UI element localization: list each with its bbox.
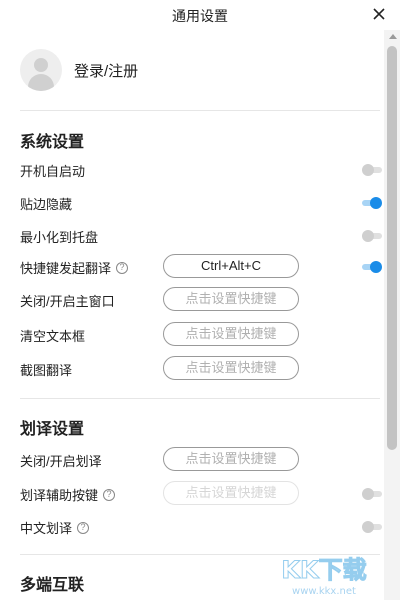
screenshot-translate-shortcut[interactable]: 点击设置快捷键	[163, 356, 299, 380]
clear-textbox-shortcut[interactable]: 点击设置快捷键	[163, 322, 299, 346]
login-register-link[interactable]: 登录/注册	[74, 60, 138, 81]
avatar[interactable]	[20, 49, 62, 91]
assist-key-toggle[interactable]	[362, 488, 382, 500]
toggle-main-window-shortcut[interactable]: 点击设置快捷键	[163, 287, 299, 311]
edge-hide-label: 贴边隐藏	[20, 197, 73, 212]
screenshot-translate-label: 截图翻译	[20, 363, 73, 378]
auto-start-toggle[interactable]	[362, 164, 382, 176]
divider	[20, 398, 380, 399]
assist-key-text: 划译辅助按键	[20, 488, 99, 503]
toggle-selection-shortcut[interactable]: 点击设置快捷键	[163, 447, 299, 471]
shortcut-translate-text: 快捷键发起翻译	[20, 261, 112, 276]
help-icon[interactable]: ?	[77, 521, 90, 534]
window-title: 通用设置	[172, 8, 228, 24]
scroll-up-arrow-icon[interactable]	[389, 34, 397, 39]
section-title-system: 系统设置	[20, 134, 85, 151]
vertical-scrollbar[interactable]	[384, 30, 400, 600]
scrollbar-thumb[interactable]	[387, 46, 397, 450]
row-screenshot-translate: 截图翻译 点击设置快捷键	[20, 356, 382, 382]
row-minimize-tray: 最小化到托盘	[20, 223, 382, 249]
assist-key-shortcut[interactable]: 点击设置快捷键	[163, 481, 299, 505]
title-bar: 通用设置	[0, 0, 400, 30]
edge-hide-toggle[interactable]	[362, 197, 382, 209]
close-icon	[373, 8, 385, 20]
minimize-tray-toggle[interactable]	[362, 230, 382, 242]
minimize-tray-label: 最小化到托盘	[20, 230, 99, 245]
row-toggle-selection: 关闭/开启划译 点击设置快捷键	[20, 447, 382, 473]
help-icon[interactable]: ?	[116, 261, 129, 274]
chinese-selection-label: 中文划译 ?	[20, 518, 90, 537]
row-shortcut-translate: 快捷键发起翻译 ? Ctrl+Alt+C	[20, 254, 382, 280]
row-clear-textbox: 清空文本框 点击设置快捷键	[20, 322, 382, 348]
clear-textbox-label: 清空文本框	[20, 329, 86, 344]
close-button[interactable]	[372, 7, 386, 21]
toggle-selection-label: 关闭/开启划译	[20, 454, 102, 469]
shortcut-translate-label: 快捷键发起翻译 ?	[20, 258, 129, 277]
help-icon[interactable]: ?	[103, 488, 116, 501]
svg-text:KK下载: KK下载	[281, 556, 366, 584]
chinese-selection-toggle[interactable]	[362, 521, 382, 533]
row-toggle-main-window: 关闭/开启主窗口 点击设置快捷键	[20, 287, 382, 313]
chinese-selection-text: 中文划译	[20, 521, 73, 536]
row-auto-start: 开机自启动	[20, 157, 382, 183]
toggle-main-window-label: 关闭/开启主窗口	[20, 294, 115, 309]
shortcut-translate-toggle[interactable]	[362, 261, 382, 273]
divider	[20, 110, 380, 111]
shortcut-translate-key[interactable]: Ctrl+Alt+C	[163, 254, 299, 278]
assist-key-label: 划译辅助按键 ?	[20, 485, 116, 504]
settings-content: 登录/注册 系统设置 开机自启动 贴边隐藏 最小化到托盘 快捷键发起翻译 ? C…	[0, 30, 384, 600]
section-title-selection: 划译设置	[20, 421, 85, 438]
row-assist-key: 划译辅助按键 ? 点击设置快捷键	[20, 481, 382, 507]
section-title-multi-device: 多端互联	[20, 577, 85, 594]
row-chinese-selection: 中文划译 ?	[20, 514, 382, 540]
svg-text:www.kkx.net: www.kkx.net	[292, 586, 356, 597]
auto-start-label: 开机自启动	[20, 164, 86, 179]
watermark-logo: KK下载 www.kkx.net	[281, 556, 367, 598]
login-row[interactable]: 登录/注册	[20, 48, 138, 92]
row-edge-hide: 贴边隐藏	[20, 190, 382, 216]
